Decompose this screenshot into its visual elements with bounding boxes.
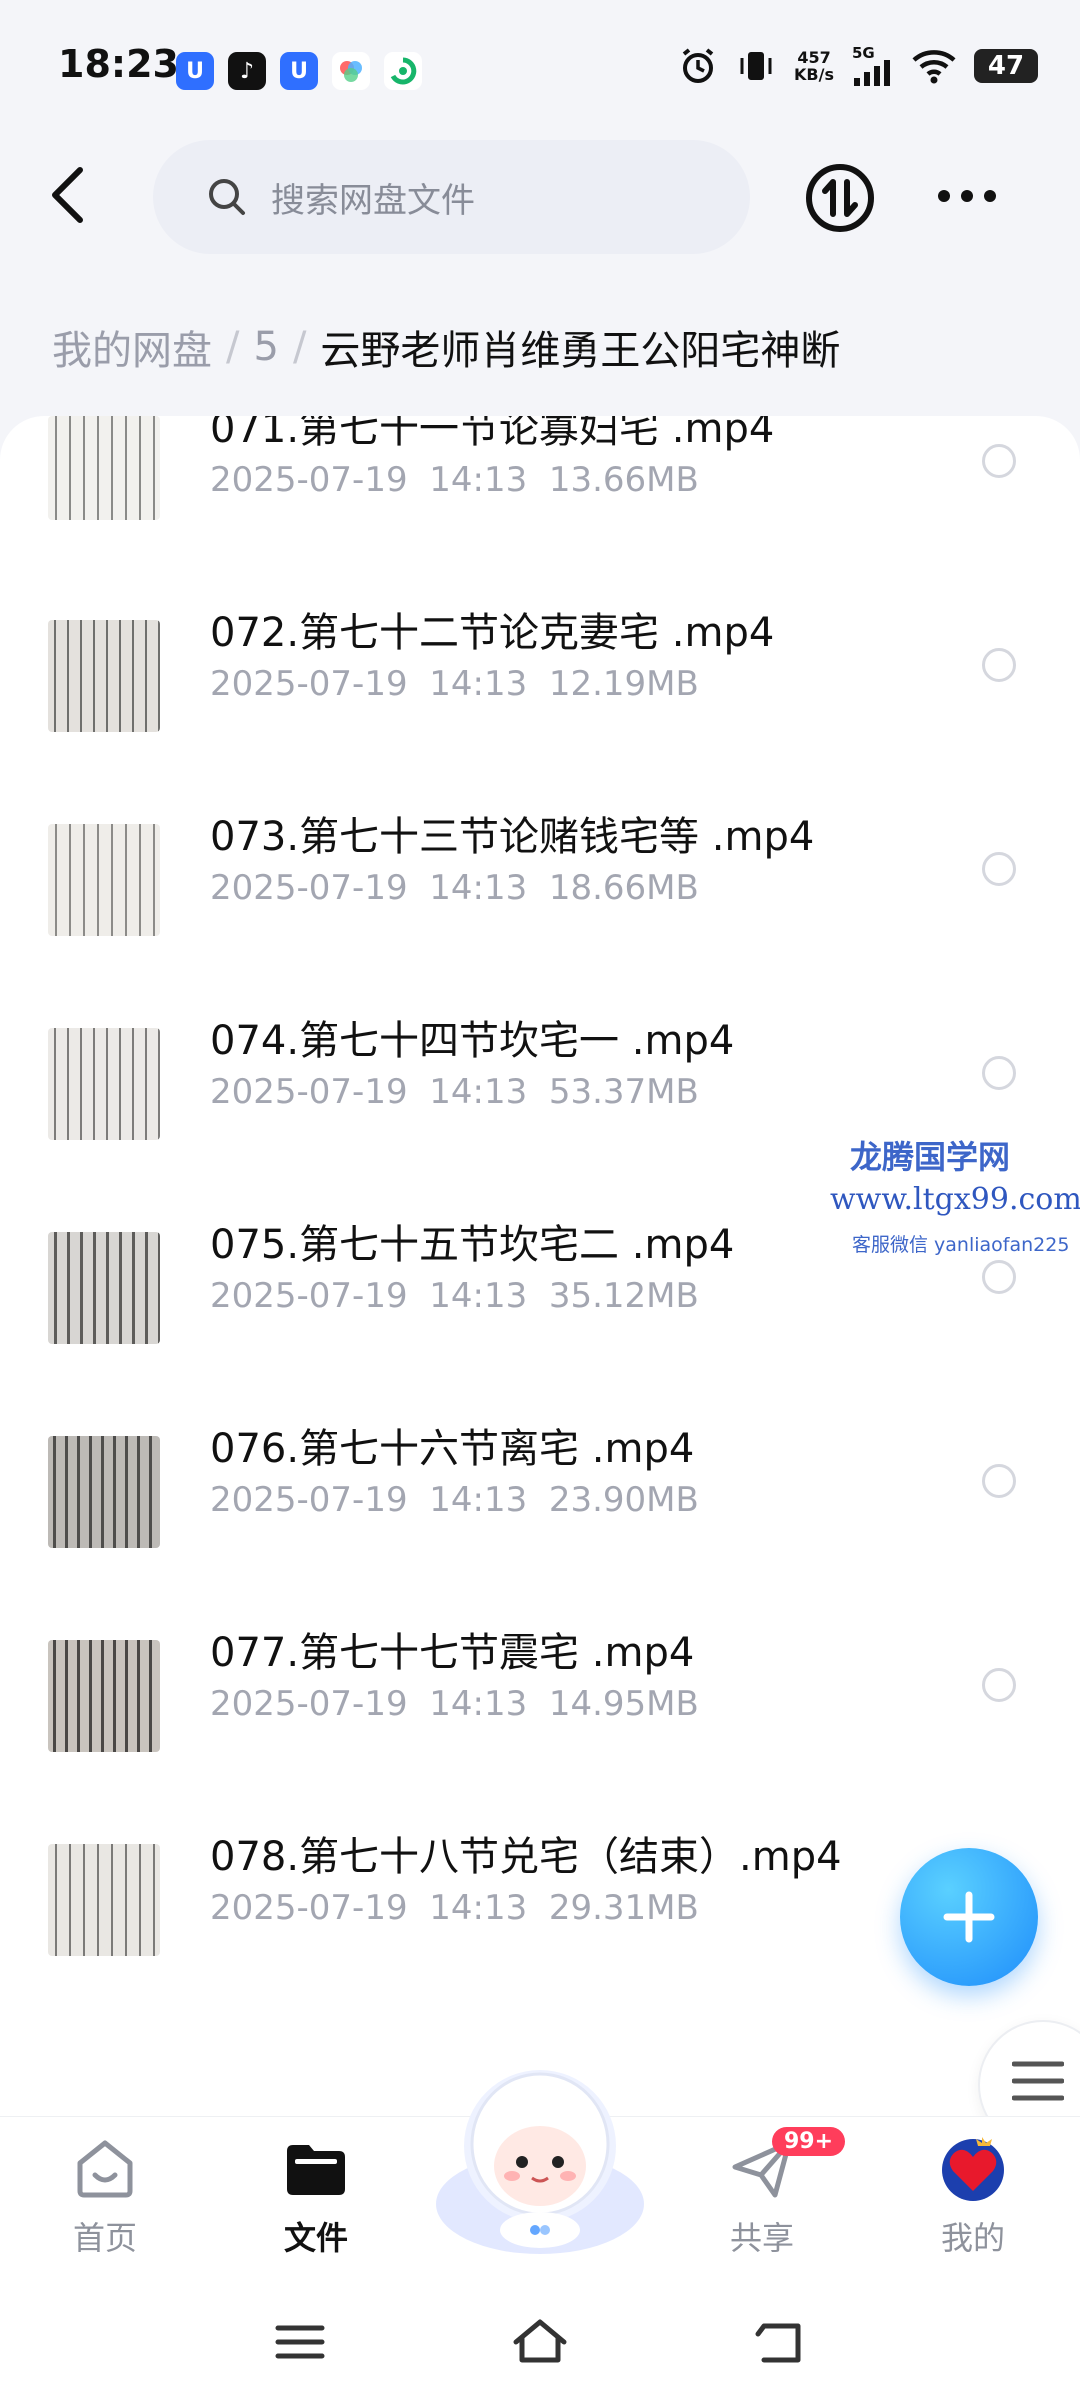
plus-icon [943, 1891, 995, 1943]
search-icon [209, 179, 245, 215]
file-meta: 2025-07-19 14:13 29.31MB [210, 1888, 699, 1928]
breadcrumb-current: 云野老师肖维勇王公阳宅神断 [320, 328, 841, 374]
transfer-button[interactable] [804, 162, 876, 234]
breadcrumb-item-root[interactable]: 我的网盘 [52, 318, 212, 376]
file-name: 077.第七十七节震宅 .mp4 [210, 1630, 695, 1676]
file-name: 071.第七十一节论寡妇宅 .mp4 [210, 416, 775, 452]
app-u-icon: U [280, 52, 318, 90]
breadcrumb: 我的网盘 / 5 / 云野老师肖维勇王公阳宅神断 [52, 318, 840, 376]
file-row[interactable]: 077.第七十七节震宅 .mp4 2025-07-19 14:13 14.95M… [0, 1526, 1080, 1752]
breadcrumb-separator: / [292, 324, 307, 370]
share-badge: 99+ [772, 2127, 846, 2156]
nav-item-me[interactable]: 我的 [913, 2133, 1033, 2259]
file-thumbnail [48, 1844, 160, 1956]
mascot-icon[interactable] [432, 2054, 648, 2254]
file-name: 072.第七十二节论克妻宅 .mp4 [210, 610, 775, 656]
watermark-url: www.ltgx99.com [830, 1182, 1080, 1217]
status-indicators: 457 KB/s 5G 47 [678, 44, 1038, 86]
wifi-icon [912, 50, 956, 84]
search-input[interactable]: 搜索网盘文件 [153, 140, 750, 254]
system-nav-bar [0, 2286, 1080, 2400]
file-row[interactable]: 076.第七十六节离宅 .mp4 2025-07-19 14:13 23.90M… [0, 1322, 1080, 1548]
network-speed: 457 KB/s [794, 48, 834, 84]
breadcrumb-separator: / [226, 324, 240, 370]
green-app-icon [384, 52, 422, 90]
file-name: 074.第七十四节坎宅一 .mp4 [210, 1018, 735, 1064]
app-u-icon: U [176, 52, 214, 90]
nav-label-me: 我的 [940, 2219, 1005, 2257]
nav-item-files[interactable]: 文件 [256, 2133, 376, 2259]
alarm-icon [682, 48, 714, 83]
select-radio[interactable] [982, 1260, 1016, 1294]
select-radio[interactable] [982, 444, 1016, 478]
status-time: 18:23 [58, 42, 179, 86]
file-meta: 2025-07-19 14:13 13.66MB [210, 460, 699, 500]
select-radio[interactable] [982, 1056, 1016, 1090]
file-name: 075.第七十五节坎宅二 .mp4 [210, 1222, 735, 1268]
file-meta: 2025-07-19 14:13 18.66MB [210, 868, 699, 908]
file-name: 073.第七十三节论赌钱宅等 .mp4 [210, 814, 815, 860]
more-dots-icon [938, 190, 996, 202]
back-icon[interactable] [750, 2312, 810, 2372]
file-name: 076.第七十六节离宅 .mp4 [210, 1426, 695, 1472]
watermark-contact: 客服微信 yanliaofan225 [852, 1234, 1070, 1256]
folder-icon [287, 2145, 345, 2195]
watermark-title: 龙腾国学网 [850, 1138, 1011, 1176]
chevron-left-icon [52, 167, 83, 223]
select-radio[interactable] [982, 1668, 1016, 1702]
file-row[interactable]: 073.第七十三节论赌钱宅等 .mp4 2025-07-19 14:13 18.… [0, 710, 1080, 936]
back-button[interactable] [40, 160, 100, 230]
nav-label-files: 文件 [283, 2219, 348, 2257]
file-meta: 2025-07-19 14:13 14.95MB [210, 1684, 699, 1724]
nav-label-home: 首页 [72, 2219, 137, 2257]
menu-icon[interactable] [270, 2312, 330, 2372]
breadcrumb-item-folder[interactable]: 5 [253, 324, 278, 370]
home-icon [77, 2140, 133, 2198]
heart-avatar-icon [942, 2137, 1004, 2201]
file-meta: 2025-07-19 14:13 53.37MB [210, 1072, 699, 1112]
file-row[interactable]: 074.第七十四节坎宅一 .mp4 2025-07-19 14:13 53.37… [0, 914, 1080, 1140]
select-radio[interactable] [982, 1464, 1016, 1498]
signal-icon: 5G [852, 44, 894, 86]
file-meta: 2025-07-19 14:13 35.12MB [210, 1276, 699, 1316]
tiktok-icon: ♪ [228, 52, 266, 90]
file-thumbnail [48, 416, 160, 520]
nav-item-home[interactable]: 首页 [45, 2133, 165, 2259]
cloud-app-icon [332, 52, 370, 90]
select-radio[interactable] [982, 852, 1016, 886]
file-list: 071.第七十一节论寡妇宅 .mp4 2025-07-19 14:13 13.6… [0, 416, 1080, 2116]
vibrate-icon [740, 52, 772, 80]
nav-label-share: 共享 [729, 2219, 794, 2257]
search-placeholder: 搜索网盘文件 [271, 180, 475, 221]
select-radio[interactable] [982, 648, 1016, 682]
add-button[interactable] [900, 1848, 1038, 1986]
file-name: 078.第七十八节兑宅（结束）.mp4 [210, 1834, 842, 1880]
transfer-icon [806, 164, 874, 232]
status-app-icons: U ♪ U [176, 52, 422, 90]
menu-lines-icon [1011, 2061, 1065, 2101]
file-row[interactable]: 072.第七十二节论克妻宅 .mp4 2025-07-19 14:13 12.1… [0, 506, 1080, 732]
file-meta: 2025-07-19 14:13 12.19MB [210, 664, 699, 704]
status-bar: 18:23 U ♪ U 457 KB/s 5G 47 [0, 0, 1080, 140]
battery-indicator: 47 [974, 49, 1038, 83]
home-outline-icon[interactable] [510, 2312, 570, 2372]
file-meta: 2025-07-19 14:13 23.90MB [210, 1480, 699, 1520]
file-row[interactable]: 071.第七十一节论寡妇宅 .mp4 2025-07-19 14:13 13.6… [0, 416, 1080, 520]
nav-item-share[interactable]: 99+ 共享 [702, 2127, 846, 2259]
more-button[interactable] [932, 176, 1002, 216]
